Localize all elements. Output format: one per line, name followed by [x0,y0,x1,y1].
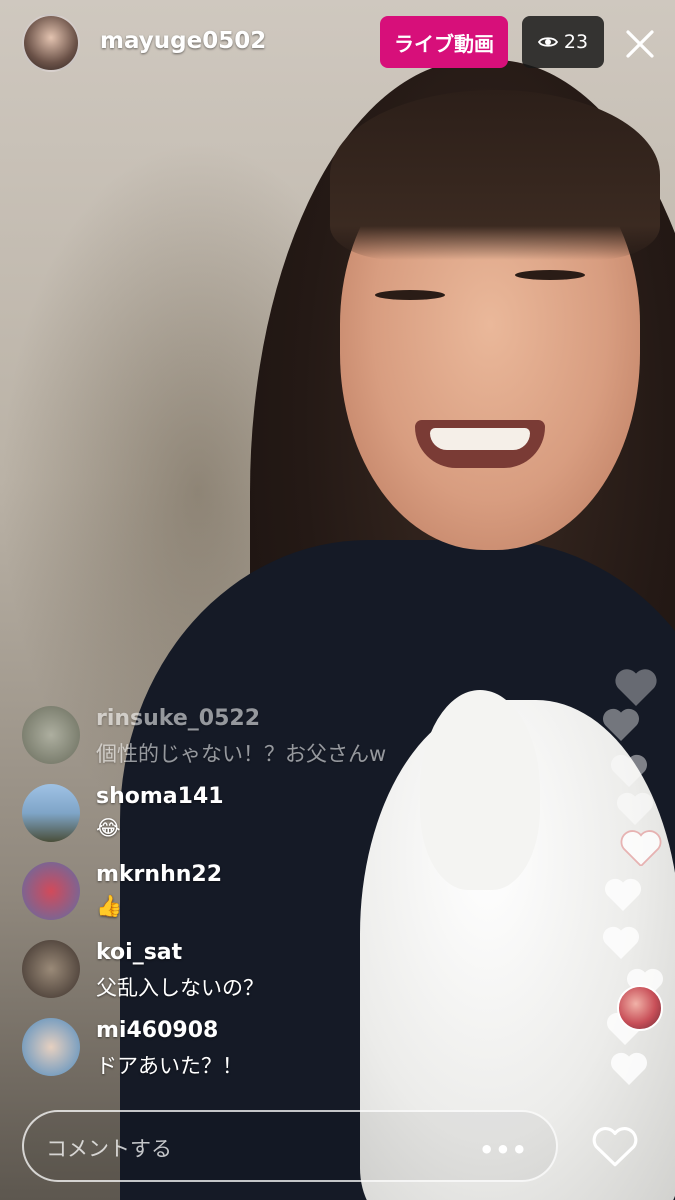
left-eye [375,290,445,300]
commenter-username[interactable]: shoma141 [96,784,224,809]
comment-text: 👍 [96,894,123,918]
right-eye [515,270,585,280]
comment-text: 父乱入しないの？ [96,976,264,1000]
heart-icon [610,754,648,787]
host-username[interactable]: mayuge0502 [100,28,266,54]
live-badge: ライブ動画 [380,16,508,68]
comment-item: shoma141 😂 [22,778,442,856]
eye-icon [537,37,558,47]
comment-item: mkrnhn22 👍 [22,856,442,934]
comment-item: mi460908 ドアあいた？！ [22,1012,442,1090]
heart-icon [620,830,662,866]
comment-text: 😂 [96,816,121,840]
streamer-bangs [330,90,660,260]
more-dots-icon[interactable]: ••• [479,1136,528,1164]
heart-icon [610,1052,648,1085]
heart-icon[interactable] [590,1122,640,1170]
close-icon[interactable] [620,24,660,64]
comment-input[interactable]: コメントする ••• [22,1110,558,1182]
commenter-username[interactable]: rinsuke_0522 [96,706,260,731]
commenter-avatar[interactable] [22,1018,80,1076]
viewer-count-badge[interactable]: 23 [522,16,604,68]
viewer-count: 23 [563,31,589,53]
comment-list: rinsuke_0522 個性的じゃない！？お父さんw shoma141 😂 m… [22,700,442,1090]
commenter-username[interactable]: koi_sat [96,940,182,965]
comment-placeholder: コメントする [46,1137,172,1161]
floating-hearts [595,660,675,1100]
live-badge-label: ライブ動画 [394,31,494,56]
comment-item: koi_sat 父乱入しないの？ [22,934,442,1012]
heart-icon [615,669,657,706]
comment-item: rinsuke_0522 個性的じゃない！？お父さんw [22,700,442,778]
teeth [430,428,530,450]
commenter-username[interactable]: mkrnhn22 [96,862,222,887]
heart-icon [616,792,654,825]
commenter-avatar[interactable] [22,940,80,998]
liker-avatar [617,985,663,1031]
commenter-avatar[interactable] [22,706,80,764]
commenter-avatar[interactable] [22,862,80,920]
heart-icon [602,926,640,959]
commenter-username[interactable]: mi460908 [96,1018,218,1043]
host-avatar[interactable] [22,14,80,72]
heart-icon [602,708,640,741]
comment-text: 個性的じゃない！？お父さんw [96,742,387,766]
comment-text: ドアあいた？！ [96,1054,243,1078]
heart-icon [604,878,642,911]
live-header: mayuge0502 ライブ動画 23 [0,0,675,90]
commenter-avatar[interactable] [22,784,80,842]
